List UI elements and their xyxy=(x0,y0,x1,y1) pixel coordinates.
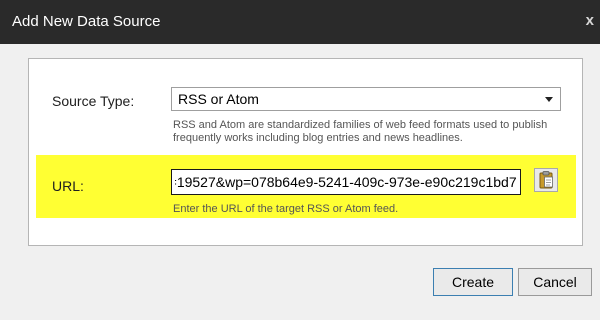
clipboard-icon xyxy=(539,171,553,189)
source-type-description: RSS and Atom are standardized families o… xyxy=(173,119,548,144)
dialog-titlebar: Add New Data Source x xyxy=(0,0,600,44)
url-input[interactable] xyxy=(171,169,521,195)
chevron-down-icon xyxy=(545,97,553,102)
cancel-button[interactable]: Cancel xyxy=(518,268,592,296)
url-hint: Enter the URL of the target RSS or Atom … xyxy=(173,203,399,215)
create-button[interactable]: Create xyxy=(433,268,513,296)
source-type-dropdown[interactable]: RSS or Atom xyxy=(171,87,561,111)
dialog-title: Add New Data Source xyxy=(12,13,161,30)
close-button[interactable]: x xyxy=(586,12,594,29)
paste-button[interactable] xyxy=(534,168,558,192)
dialog-body: Source Type: RSS or Atom RSS and Atom ar… xyxy=(0,44,600,320)
url-label: URL: xyxy=(52,178,84,194)
form-panel: Source Type: RSS or Atom RSS and Atom ar… xyxy=(28,58,583,246)
source-type-label: Source Type: xyxy=(52,93,135,109)
source-type-value: RSS or Atom xyxy=(178,91,259,107)
